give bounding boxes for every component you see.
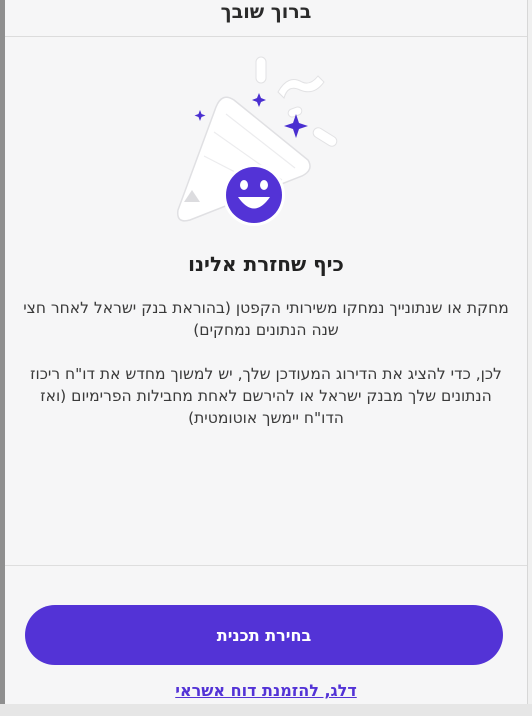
welcome-heading: כיף שחזרת אלינו (188, 252, 344, 276)
choose-plan-button[interactable]: בחירת תכנית (25, 605, 503, 665)
footer-divider (5, 565, 527, 566)
header-bar: ברוך שובך (5, 0, 527, 37)
left-window-edge (0, 0, 5, 716)
party-popper-smiley-icon (170, 52, 340, 232)
renew-report-explanation: לכן, כדי להציג את הדירוג המעודכן שלך, יש… (30, 365, 502, 427)
deleted-data-explanation: מחקת או שנתונייך נמחקו משירותי הקפטן (בה… (23, 299, 509, 339)
page-title: ברוך שובך (220, 1, 312, 23)
skip-order-credit-report-link[interactable]: דלג, להזמנת דוח אשראי (0, 681, 532, 700)
welcome-back-screen: ברוך שובך כיף שחזרת אלינו מחקת או שנתוני… (0, 0, 532, 716)
bottom-window-edge (0, 704, 532, 716)
scrollbar-track[interactable] (527, 0, 532, 716)
